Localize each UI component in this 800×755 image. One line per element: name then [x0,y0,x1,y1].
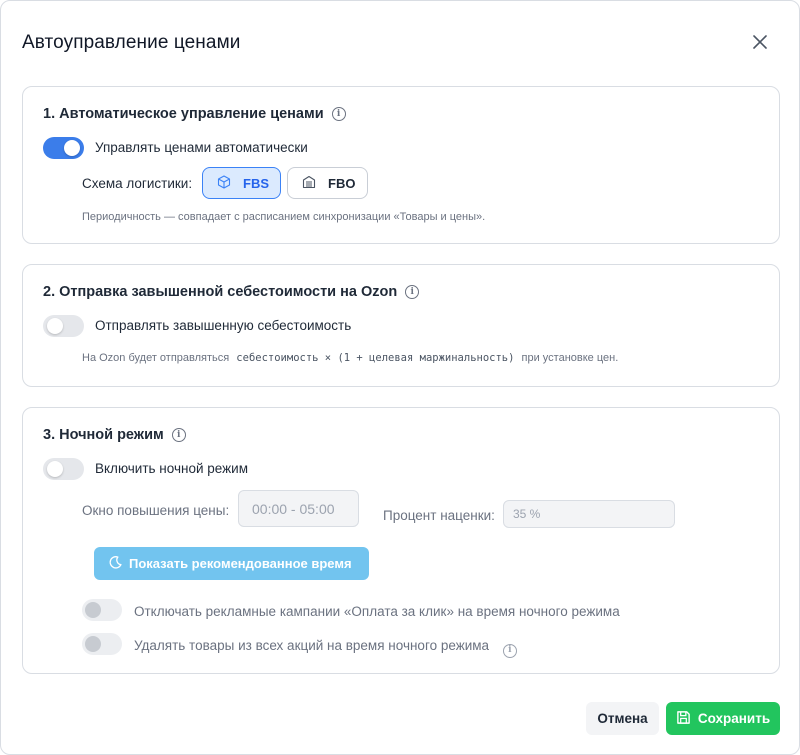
disable-ads-toggle[interactable] [82,599,122,621]
info-icon[interactable]: i [331,107,346,121]
save-button-label: Сохранить [697,711,771,726]
cost-formula: себестоимость × (1 + целевая маржинально… [236,352,515,364]
disable-ads-label: Отключать рекламные кампании «Оплата за … [134,604,620,619]
night-mode-toggle[interactable] [43,458,84,480]
section-auto-pricing: 1. Автоматическое управление ценами i Уп… [22,86,780,244]
floppy-disk-icon [676,710,691,728]
info-icon[interactable]: i [171,428,186,442]
toggle-knob [85,636,101,652]
remove-promo-toggle[interactable] [82,633,122,655]
save-button[interactable]: Сохранить [666,702,780,735]
auto-pricing-toggle-label: Управлять ценами автоматически [95,140,308,155]
markup-percent-input[interactable]: 35 % [503,500,675,528]
toggle-knob [47,461,63,477]
toggle-knob [64,140,80,156]
section-night-mode: 3. Ночной режим i Включить ночной режим … [22,407,780,674]
section-auto-pricing-header: 1. Автоматическое управление ценами i [43,106,346,122]
show-recommended-time-label: Показать рекомендованное время [129,556,352,571]
night-mode-toggle-label: Включить ночной режим [95,461,248,476]
toggle-knob [85,602,101,618]
markup-percent-label: Процент наценки: [383,508,495,523]
logistics-option-fbo[interactable]: FBO [287,167,368,199]
cancel-button[interactable]: Отмена [586,702,659,735]
moon-icon [108,555,123,573]
toggle-knob [47,318,63,334]
remove-promo-label: Удалять товары из всех акций на время но… [134,638,517,658]
auto-pricing-dialog: Автоуправление ценами 1. Автоматическое … [0,0,800,755]
section-cost-sending: 2. Отправка завышенной себестоимости на … [22,264,780,387]
remove-promo-label-text: Удалять товары из всех акций на время но… [134,638,490,653]
info-icon[interactable]: i [502,643,517,658]
section-night-mode-title: 3. Ночной режим [43,427,164,443]
logistics-option-fbo-label: FBO [328,175,356,191]
cost-formula-note: На Ozon будет отправляться себестоимость… [82,352,618,364]
info-icon[interactable]: i [405,285,420,299]
cost-sending-toggle[interactable] [43,315,84,337]
section-cost-sending-header: 2. Отправка завышенной себестоимости на … [43,284,420,300]
section-cost-sending-title: 2. Отправка завышенной себестоимости на … [43,284,398,300]
auto-pricing-toggle[interactable] [43,137,84,159]
logistics-option-fbs[interactable]: FBS [202,167,281,199]
cost-sending-toggle-label: Отправлять завышенную себестоимость [95,318,352,333]
note-prefix: На Ozon будет отправляться [82,352,230,364]
note-suffix: при установке цен. [521,352,619,364]
section-auto-pricing-title: 1. Автоматическое управление ценами [43,106,324,122]
logistics-label: Схема логистики: [82,176,193,191]
close-icon[interactable] [747,29,773,55]
price-window-label: Окно повышения цены: [82,503,230,518]
sync-periodicity-note: Периодичность — совпадает с расписанием … [82,211,486,223]
price-window-input[interactable]: 00:00 - 05:00 [238,490,359,527]
section-night-mode-header: 3. Ночной режим i [43,427,186,443]
logistics-option-fbs-label: FBS [243,175,269,191]
warehouse-icon [302,175,316,192]
box-icon [217,174,231,192]
dialog-title: Автоуправление ценами [22,32,241,53]
show-recommended-time-button[interactable]: Показать рекомендованное время [94,547,369,580]
